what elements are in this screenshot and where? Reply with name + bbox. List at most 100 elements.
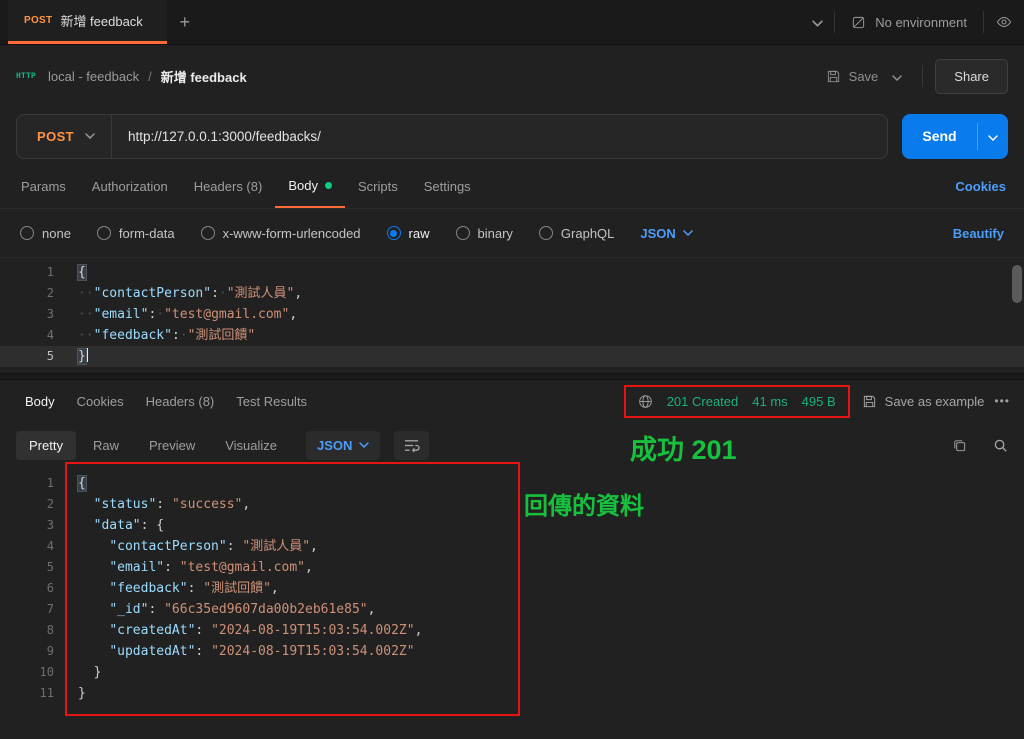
annotation-status-box: 201 Created 41 ms 495 B — [623, 384, 850, 418]
body-type-form-data[interactable]: form-data — [96, 226, 175, 241]
request-tab[interactable]: POST 新增 feedback — [8, 0, 167, 44]
view-label: Raw — [92, 437, 119, 453]
url-input[interactable]: http://127.0.0.1:3000/feedbacks/ — [112, 129, 887, 144]
code-line: 8 "createdAt": "2024-08-19T15:03:54.002Z… — [0, 620, 1024, 641]
view-pretty[interactable]: Pretty — [16, 430, 76, 460]
send-button[interactable]: Send — [902, 113, 1008, 159]
code-line: 1{ — [0, 473, 1024, 494]
view-visualize[interactable]: Visualize — [212, 431, 290, 460]
tab-label: Scripts — [357, 179, 398, 194]
chevron-down-icon — [85, 133, 95, 139]
view-raw[interactable]: Raw — [80, 431, 132, 460]
body-format-dropdown[interactable]: JSON — [640, 226, 693, 241]
line-number: 10 — [39, 665, 54, 679]
line-number: 7 — [46, 602, 54, 616]
share-button[interactable]: Share — [935, 58, 1008, 94]
save-button-label: Save — [848, 68, 879, 84]
tab-params[interactable]: Params — [8, 165, 79, 208]
view-label: Visualize — [225, 437, 278, 453]
tab-label: Cookies — [76, 393, 124, 409]
tab-settings[interactable]: Settings — [411, 165, 484, 208]
breadcrumb-request-name[interactable]: 新增 feedback — [161, 67, 247, 86]
environment-selector[interactable]: No environment — [835, 0, 983, 44]
response-tab-test-results[interactable]: Test Results — [225, 394, 318, 409]
code-line: 3 "data": { — [0, 515, 1024, 536]
response-format-dropdown[interactable]: JSON — [306, 430, 381, 460]
send-button-label[interactable]: Send — [902, 114, 977, 159]
request-tabs-row: Params Authorization Headers (8) Body Sc… — [0, 165, 1024, 209]
method-dropdown[interactable]: POST — [17, 115, 111, 158]
send-options-chevron[interactable] — [978, 114, 1008, 159]
breadcrumb-separator: / — [148, 68, 152, 84]
code-line: 10 } — [0, 662, 1024, 683]
more-options-icon: ••• — [994, 394, 1010, 408]
code-line: 2 "status": "success", — [0, 494, 1024, 515]
code-line[interactable]: 4 ··"feedback":·"測試回饋" — [0, 325, 1024, 346]
wrap-text-icon — [403, 438, 421, 453]
postman-app: POST 新增 feedback + No environment HTTP l… — [0, 0, 1024, 739]
radio-label: binary — [477, 225, 513, 241]
line-number: 4 — [46, 328, 54, 342]
line-number: 5 — [46, 560, 54, 574]
copy-response-button[interactable] — [952, 438, 967, 453]
save-as-example-button[interactable]: Save as example — [862, 394, 984, 409]
code-line[interactable]: 5} — [0, 346, 1024, 367]
tab-scripts[interactable]: Scripts — [345, 165, 411, 208]
line-number: 4 — [46, 539, 54, 553]
view-preview[interactable]: Preview — [136, 431, 208, 460]
copy-icon — [952, 438, 967, 453]
divider — [922, 65, 924, 87]
url-row: POST http://127.0.0.1:3000/feedbacks/ Se… — [0, 107, 1024, 165]
method-label: POST — [37, 128, 74, 144]
tab-method-label: POST — [24, 15, 53, 26]
pane-splitter[interactable] — [0, 373, 1024, 380]
radio-icon — [386, 226, 401, 240]
tab-label: Test Results — [236, 393, 308, 409]
tab-headers[interactable]: Headers (8) — [181, 165, 276, 208]
body-type-raw[interactable]: raw — [386, 226, 430, 241]
radio-label: none — [42, 225, 71, 241]
body-type-binary[interactable]: binary — [455, 225, 513, 241]
radio-icon — [538, 226, 553, 240]
chevron-down-icon — [988, 129, 998, 144]
cookies-label: Cookies — [955, 179, 1006, 194]
response-toolbar-right — [952, 438, 1008, 453]
wrap-line-button[interactable] — [394, 430, 430, 460]
breadcrumb-collection[interactable]: local - feedback — [48, 69, 139, 84]
response-tab-body[interactable]: Body — [14, 394, 66, 409]
more-options-button[interactable]: ••• — [994, 394, 1010, 408]
response-tab-headers[interactable]: Headers (8) — [135, 394, 226, 409]
request-body-editor[interactable]: 1{2 ··"contactPerson":·"測試人員", 3 ··"email":… — [0, 257, 1024, 373]
response-time: 41 ms — [752, 393, 788, 409]
response-tab-cookies[interactable]: Cookies — [66, 394, 135, 409]
code-line: 7 "_id": "66c35ed9607da00b2eb61e85", — [0, 599, 1024, 620]
chevron-down-icon — [683, 230, 693, 236]
no-environment-icon — [851, 15, 866, 30]
line-number: 6 — [46, 581, 54, 595]
body-type-none[interactable]: none — [20, 226, 71, 241]
beautify-label: Beautify — [952, 225, 1004, 241]
tab-list-chevron-button[interactable] — [800, 0, 834, 44]
cookies-link[interactable]: Cookies — [945, 165, 1016, 208]
code-line[interactable]: 2 ··"contactPerson":·"測試人員", — [0, 283, 1024, 304]
environment-quick-look-button[interactable] — [984, 0, 1024, 44]
editor-scrollbar[interactable] — [1012, 265, 1022, 303]
save-options-chevron[interactable] — [884, 63, 910, 90]
save-button[interactable]: Save — [820, 63, 885, 90]
tab-authorization[interactable]: Authorization — [79, 165, 181, 208]
body-type-graphql[interactable]: GraphQL — [538, 226, 614, 241]
new-tab-button[interactable]: + — [167, 0, 203, 44]
annotation-success-text: 成功 201 — [630, 435, 737, 465]
code-line[interactable]: 1{ — [0, 262, 1024, 283]
code-line[interactable]: 3 ··"email":·"test@gmail.com", — [0, 304, 1024, 325]
http-method-icon: HTTP — [16, 71, 37, 81]
radio-icon — [455, 226, 470, 240]
body-type-urlencoded[interactable]: x-www-form-urlencoded — [200, 226, 361, 241]
annotation-returned-data-text: 回傳的資料 — [524, 493, 644, 520]
tab-bar-spacer — [203, 0, 800, 44]
beautify-link[interactable]: Beautify — [953, 226, 1004, 241]
tab-body[interactable]: Body — [275, 165, 345, 208]
tab-title: 新增 feedback — [60, 14, 143, 29]
search-response-button[interactable] — [993, 438, 1008, 453]
code-line: 9 "updatedAt": "2024-08-19T15:03:54.002Z… — [0, 641, 1024, 662]
